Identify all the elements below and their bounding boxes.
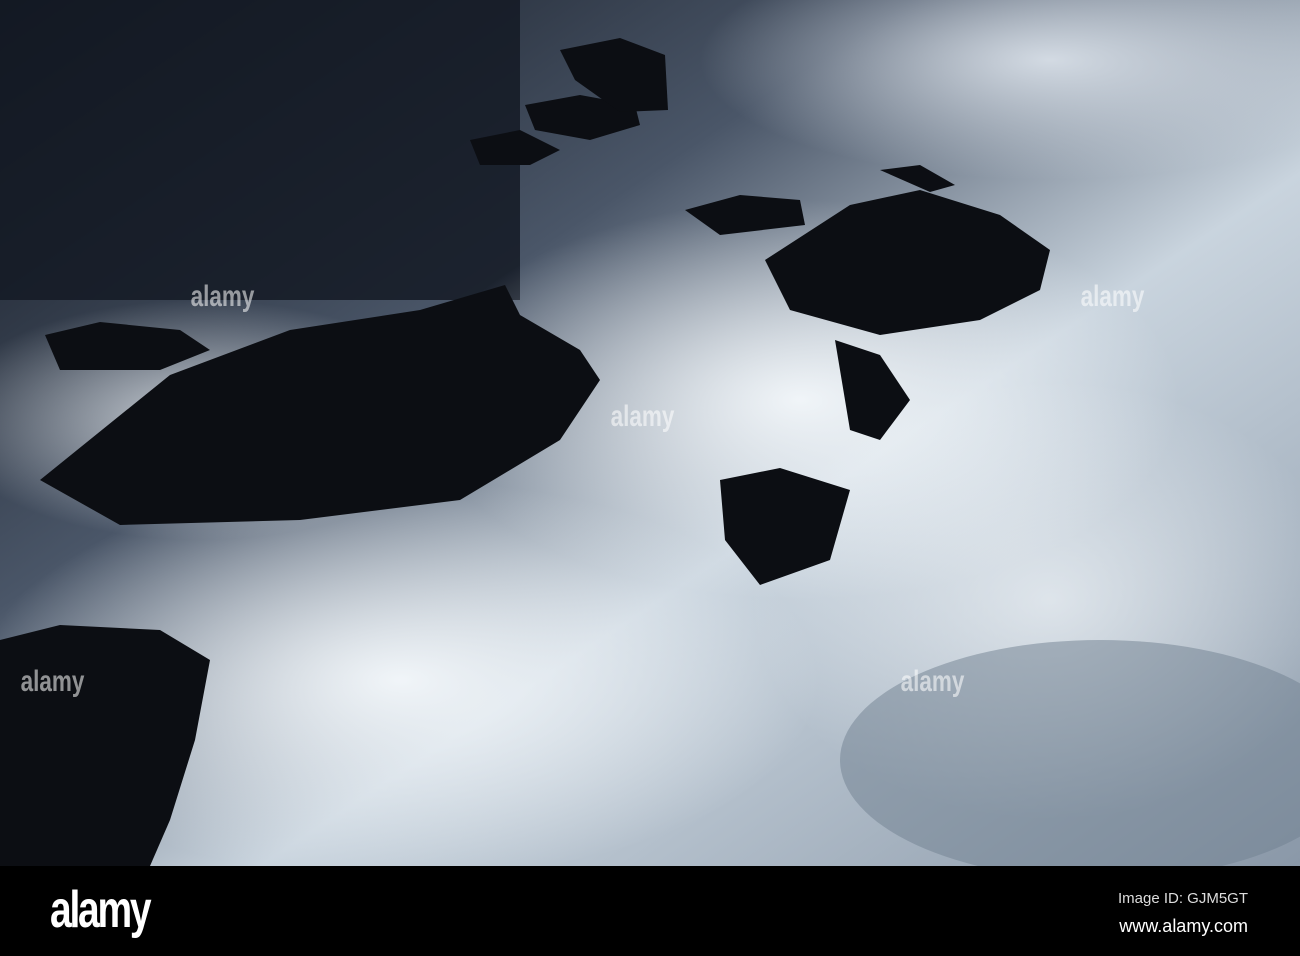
- watermark: alamy: [190, 280, 255, 313]
- watermark: alamy: [1080, 280, 1145, 313]
- image-id: Image ID: GJM5GT: [1117, 890, 1248, 907]
- watermark: alamy: [20, 665, 85, 698]
- website-link[interactable]: www.alamy.com: [1119, 916, 1248, 937]
- footer-bar: alamy Image ID: GJM5GT www.alamy.com: [0, 866, 1300, 956]
- alamy-logo: alamy: [50, 881, 152, 939]
- watermark: alamy: [610, 400, 675, 433]
- watermark: alamy: [900, 665, 965, 698]
- stock-photo-page: alamy alamy alamy alamy alamy alamy Imag…: [0, 0, 1300, 956]
